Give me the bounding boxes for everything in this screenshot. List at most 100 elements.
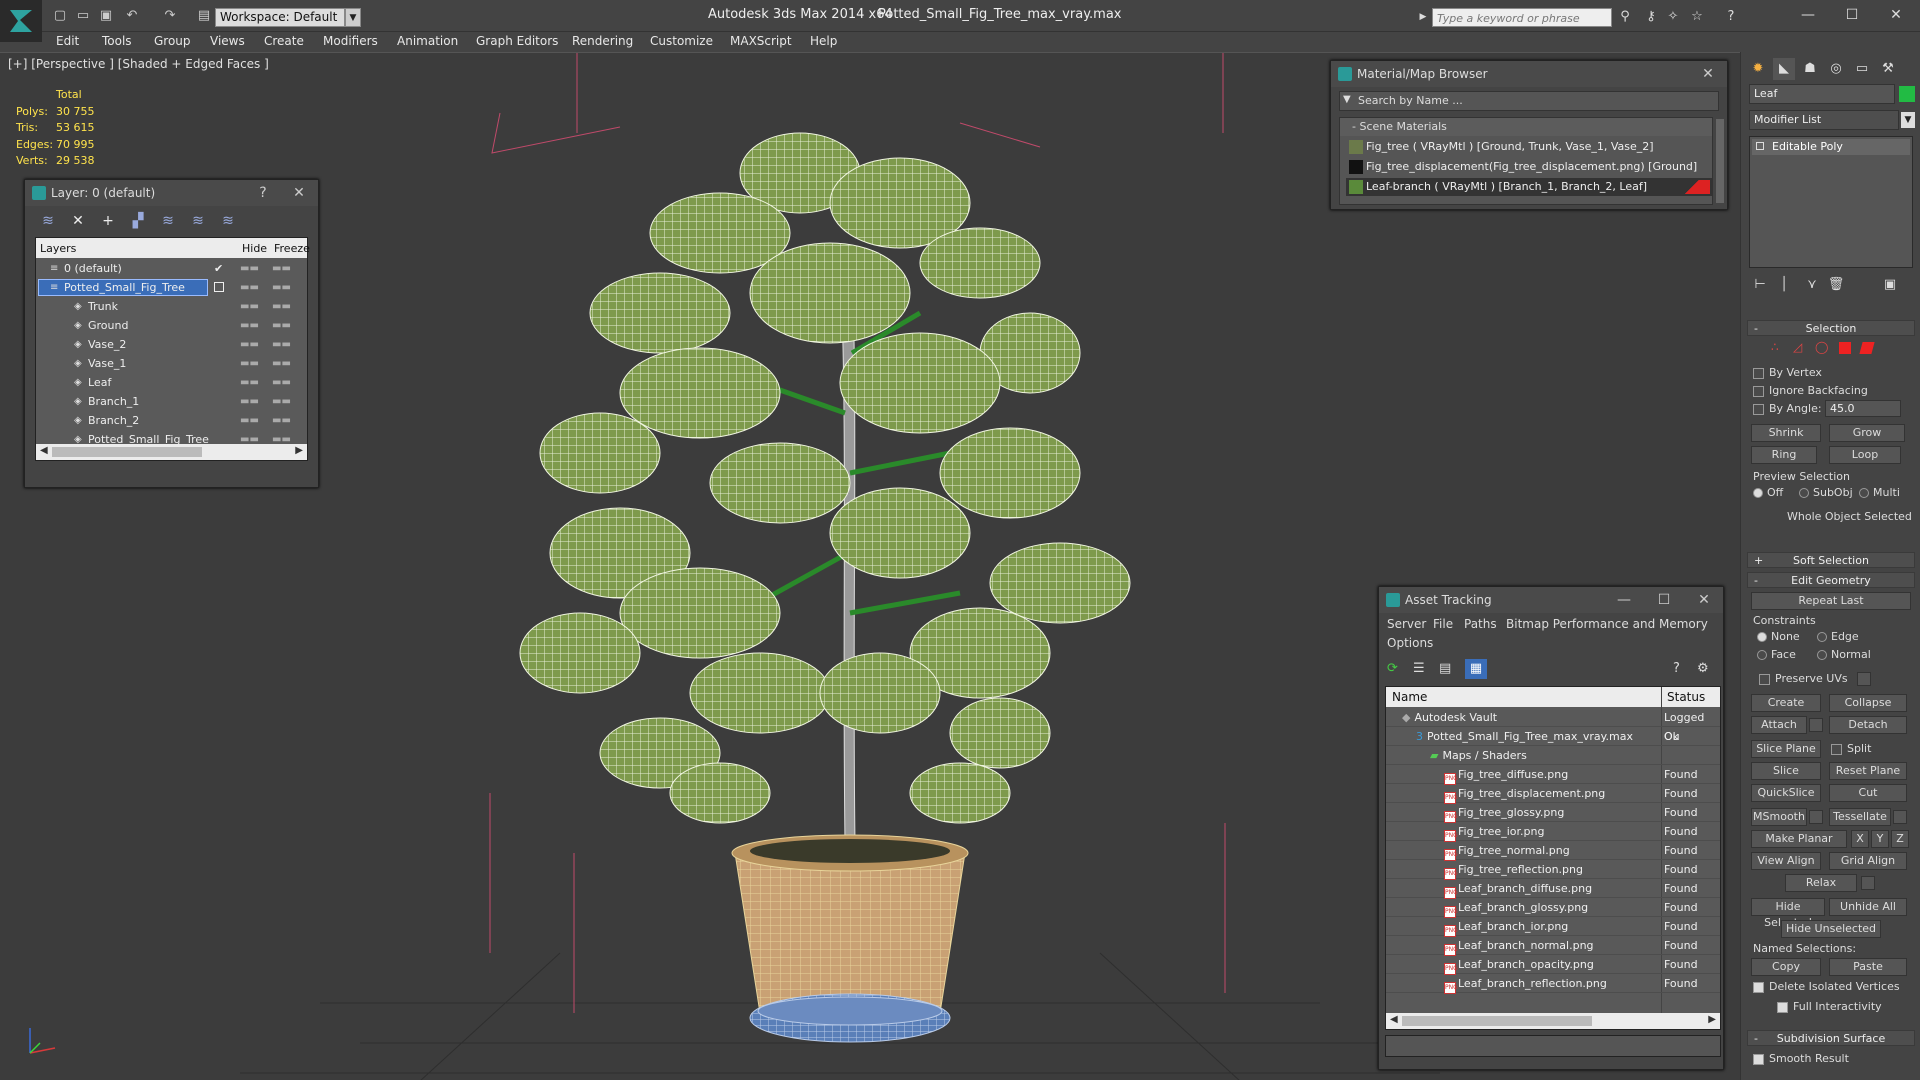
help-icon[interactable]: ?: [1722, 8, 1740, 26]
maximize-icon[interactable]: ☐: [1832, 4, 1872, 26]
layer-row[interactable]: ◈ Trunk ▬▬ ▬▬: [36, 297, 307, 316]
stack-item-editable-poly[interactable]: Editable Poly: [1752, 139, 1910, 155]
shrink-button[interactable]: Shrink: [1751, 424, 1821, 442]
preview-subobj-radio[interactable]: [1799, 488, 1809, 498]
hierarchy-tab-icon[interactable]: ☗: [1799, 58, 1821, 80]
undo-icon[interactable]: ↶: [124, 8, 140, 24]
show-end-result-icon[interactable]: │: [1773, 274, 1795, 296]
hide-selected-button[interactable]: Hide Selected: [1751, 898, 1825, 929]
layer-row[interactable]: ◈ Vase_2 ▬▬ ▬▬: [36, 335, 307, 354]
binoculars-icon[interactable]: ⚲: [1616, 8, 1634, 26]
favorites-star-icon[interactable]: ☆: [1688, 8, 1706, 26]
settings-icon[interactable]: ⚙: [1697, 661, 1713, 677]
search-input[interactable]: Type a keyword or phrase: [1432, 8, 1612, 27]
planar-y-button[interactable]: Y: [1871, 830, 1889, 848]
hide-toggle[interactable]: ▬▬: [240, 316, 259, 335]
col-hide[interactable]: Hide: [242, 242, 267, 255]
scroll-left-icon[interactable]: ◀: [1390, 1014, 1398, 1025]
delete-isolated-checkbox[interactable]: [1753, 982, 1764, 993]
layer-row[interactable]: ◈ Branch_1 ▬▬ ▬▬: [36, 392, 307, 411]
open-file-icon[interactable]: ▭: [75, 8, 91, 24]
pin-stack-icon[interactable]: ⊢: [1749, 274, 1771, 296]
msmooth-button[interactable]: MSmooth: [1751, 808, 1807, 826]
freeze-toggle[interactable]: ▬▬: [272, 354, 291, 373]
grid-align-button[interactable]: Grid Align: [1829, 852, 1907, 870]
detach-button[interactable]: Detach: [1829, 716, 1907, 734]
paste-button[interactable]: Paste: [1829, 958, 1907, 976]
attach-button[interactable]: Attach: [1751, 716, 1807, 734]
grow-button[interactable]: Grow: [1829, 424, 1905, 442]
help-icon[interactable]: ?: [1673, 661, 1689, 677]
maximize-icon[interactable]: ☐: [1649, 587, 1679, 613]
scroll-right-icon[interactable]: ▶: [295, 445, 303, 456]
subdivision-surface-rollout[interactable]: - Subdivision Surface: [1747, 1030, 1915, 1046]
chevron-down-icon[interactable]: ▼: [345, 8, 361, 27]
asset-row[interactable]: 3 Potted_Small_Fig_Tree_max_vray.max Ok: [1386, 727, 1720, 746]
make-planar-button[interactable]: Make Planar: [1751, 830, 1847, 848]
freeze-toggle[interactable]: ▬▬: [272, 392, 291, 411]
menu-bitmap-performance[interactable]: Bitmap Performance and Memory: [1506, 617, 1708, 631]
asset-row[interactable]: PNGLeaf_branch_opacity.png Found: [1386, 955, 1720, 975]
layer-row[interactable]: ≡ 0 (default) ✔ ▬▬ ▬▬: [36, 259, 307, 278]
object-color-swatch[interactable]: [1899, 86, 1915, 102]
new-layer-icon[interactable]: ≋: [39, 212, 57, 230]
horizontal-scrollbar[interactable]: ◀ ▶: [36, 444, 307, 460]
help-button[interactable]: ?: [248, 180, 278, 206]
freeze-toggle[interactable]: ▬▬: [272, 335, 291, 354]
asset-row[interactable]: PNGFig_tree_reflection.png Found: [1386, 860, 1720, 880]
app-logo-icon[interactable]: [0, 0, 42, 42]
create-button[interactable]: Create: [1751, 694, 1821, 712]
by-vertex-checkbox[interactable]: [1753, 368, 1764, 379]
scroll-thumb[interactable]: [1402, 1016, 1592, 1026]
hide-toggle[interactable]: ▬▬: [240, 392, 259, 411]
current-layer-check-icon[interactable]: ✔: [214, 259, 223, 278]
asset-row[interactable]: PNGFig_tree_ior.png Found: [1386, 822, 1720, 842]
subscription-icon[interactable]: ⚷: [1642, 8, 1660, 26]
asset-row[interactable]: PNGLeaf_branch_ior.png Found: [1386, 917, 1720, 937]
asset-row[interactable]: PNGLeaf_branch_diffuse.png Found: [1386, 879, 1720, 899]
hide-toggle[interactable]: ▬▬: [240, 411, 259, 430]
layer-row[interactable]: ◈ Ground ▬▬ ▬▬: [36, 316, 307, 335]
close-icon[interactable]: ✕: [1689, 587, 1719, 613]
hide-toggle[interactable]: ▬▬: [240, 297, 259, 316]
asset-row[interactable]: PNGLeaf_branch_reflection.png Found: [1386, 974, 1720, 994]
menu-paths[interactable]: Paths: [1464, 617, 1497, 631]
scroll-thumb[interactable]: [52, 447, 202, 457]
project-folder-icon[interactable]: ▤: [196, 8, 212, 24]
modifier-list-dropdown[interactable]: Modifier List: [1749, 110, 1899, 130]
select-objects-icon[interactable]: ▞: [129, 212, 147, 230]
freeze-toggle[interactable]: ▬▬: [272, 297, 291, 316]
cut-button[interactable]: Cut: [1829, 784, 1907, 802]
attach-settings-icon[interactable]: [1809, 718, 1823, 732]
asset-path-field[interactable]: [1385, 1035, 1721, 1057]
menu-customize[interactable]: Customize: [650, 34, 713, 48]
minimize-icon[interactable]: —: [1788, 4, 1828, 26]
split-checkbox[interactable]: [1831, 744, 1842, 755]
repeat-last-button[interactable]: Repeat Last: [1751, 592, 1911, 610]
add-to-layer-icon[interactable]: +: [99, 212, 117, 230]
detail-view-icon[interactable]: ▤: [1439, 661, 1455, 677]
freeze-toggle[interactable]: ▬▬: [272, 259, 291, 278]
material-item[interactable]: Fig_tree ( VRayMtl ) [Ground, Trunk, Vas…: [1346, 138, 1712, 156]
element-icon[interactable]: [1859, 342, 1875, 354]
smooth-result-checkbox[interactable]: [1753, 1054, 1764, 1065]
col-name[interactable]: Name: [1392, 690, 1427, 704]
col-layers[interactable]: Layers: [40, 242, 76, 255]
material-browser-title[interactable]: Material/Map Browser: [1331, 61, 1727, 87]
asset-row[interactable]: ◆ Autodesk Vault Logged Ou: [1386, 708, 1720, 743]
asset-row[interactable]: ▰ Maps / Shaders: [1386, 746, 1720, 765]
highlight-layer-icon[interactable]: ≋: [159, 212, 177, 230]
hide-toggle[interactable]: ▬▬: [240, 373, 259, 392]
save-icon[interactable]: ▣: [98, 8, 114, 24]
hide-toggle[interactable]: ▬▬: [240, 354, 259, 373]
reset-plane-button[interactable]: Reset Plane: [1829, 762, 1907, 780]
create-tab-icon[interactable]: ✹: [1747, 58, 1769, 80]
layer-row[interactable]: ◈ Leaf ▬▬ ▬▬: [36, 373, 307, 392]
viewport-label[interactable]: [+] [Perspective ] [Shaded + Edged Faces…: [8, 57, 269, 71]
hide-all-layers-icon[interactable]: ≋: [189, 212, 207, 230]
menu-maxscript[interactable]: MAXScript: [730, 34, 792, 48]
refresh-icon[interactable]: ⟳: [1387, 661, 1403, 677]
expand-arrow-icon[interactable]: ▶: [1414, 8, 1432, 26]
preview-multi-radio[interactable]: [1859, 488, 1869, 498]
scroll-left-icon[interactable]: ◀: [40, 445, 48, 456]
